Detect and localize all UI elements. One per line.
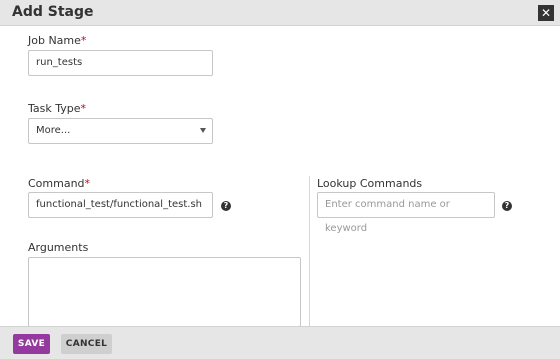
required-mark: *: [80, 34, 87, 47]
task-type-select[interactable]: More...: [28, 118, 213, 144]
chevron-down-icon: [200, 128, 206, 133]
arguments-label: Arguments: [28, 241, 89, 254]
command-label-text: Command: [28, 177, 85, 190]
dialog-title: Add Stage: [12, 4, 94, 20]
task-type-label: Task Type*: [28, 102, 86, 115]
save-button[interactable]: SAVE: [13, 334, 50, 354]
task-type-label-text: Task Type: [28, 102, 81, 115]
job-name-label: Job Name*: [28, 34, 86, 47]
column-divider: [309, 176, 310, 326]
lookup-commands-label: Lookup Commands: [317, 177, 423, 190]
command-label: Command*: [28, 177, 90, 190]
job-name-input[interactable]: run_tests: [28, 50, 213, 76]
job-name-label-text: Job Name: [28, 34, 81, 47]
command-value: functional_test/functional_test.sh: [36, 199, 203, 210]
cancel-button[interactable]: CANCEL: [61, 334, 112, 354]
question-icon[interactable]: ?: [502, 201, 512, 211]
close-icon[interactable]: ✕: [538, 5, 554, 21]
command-input[interactable]: functional_test/functional_test.sh: [28, 192, 213, 218]
dialog-footer: SAVE CANCEL: [0, 326, 560, 359]
lookup-commands-input[interactable]: Enter command name or keyword: [317, 192, 495, 234]
arguments-textarea[interactable]: [28, 257, 301, 327]
required-mark: *: [84, 177, 91, 190]
required-mark: *: [80, 102, 87, 115]
dialog-header: Add Stage ✕: [0, 0, 560, 26]
question-icon[interactable]: ?: [221, 201, 231, 211]
job-name-value: run_tests: [36, 57, 83, 68]
task-type-selected: More...: [36, 125, 71, 136]
lookup-commands-placeholder: Enter command name or keyword: [325, 199, 450, 234]
